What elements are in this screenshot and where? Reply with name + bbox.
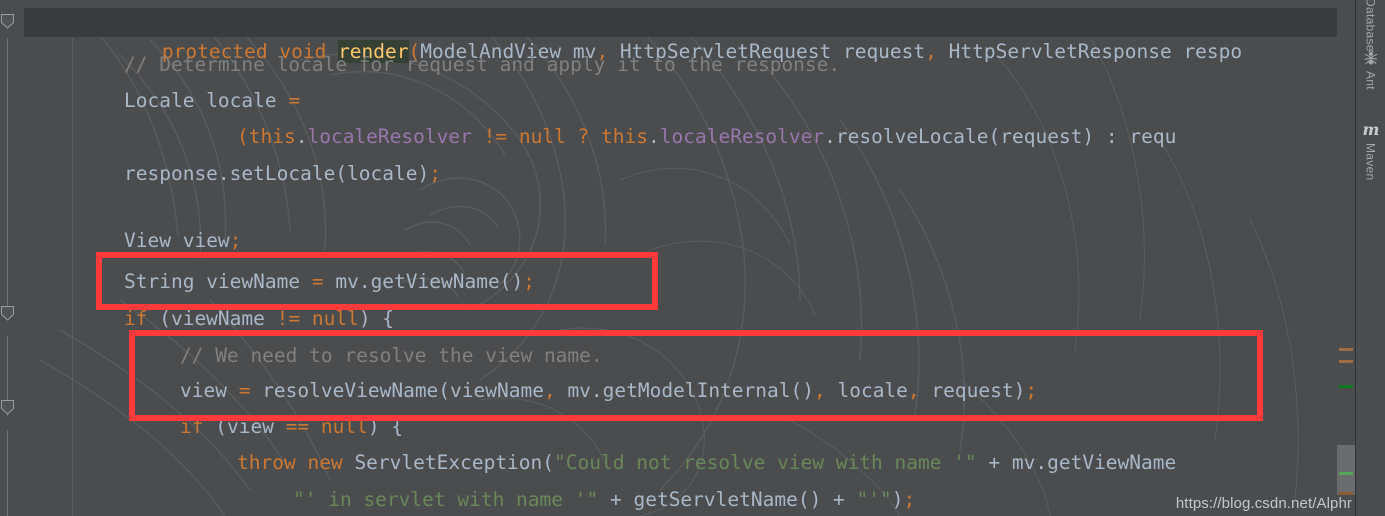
marker-change-2[interactable] bbox=[1339, 472, 1353, 475]
tool-window-bar-right[interactable]: Database Ant m Maven bbox=[1356, 0, 1385, 516]
code-line-locale-decl[interactable]: Locale locale = bbox=[124, 86, 300, 115]
code-line-locale-ternary[interactable]: (this.localeResolver != null ? this.loca… bbox=[237, 122, 1176, 151]
code-line-viewname[interactable]: String viewName = mv.getViewName(); bbox=[124, 267, 535, 296]
maven-icon: m bbox=[1362, 120, 1380, 139]
code-line-throw-cont[interactable]: "' in servlet with name '" + getServletN… bbox=[293, 485, 915, 514]
code-line-comment-locale[interactable]: // Determine locale for request and appl… bbox=[124, 50, 840, 79]
code-line-resolve-call[interactable]: view = resolveViewName(viewName, mv.getM… bbox=[180, 376, 1037, 405]
code-line-if-view-null[interactable]: if (view == null) { bbox=[180, 412, 403, 441]
tool-tab-database[interactable]: Database bbox=[1356, 0, 1385, 52]
tool-tab-maven[interactable]: m Maven bbox=[1356, 122, 1385, 181]
marker-warning-1[interactable] bbox=[1339, 348, 1353, 351]
code-editor-area[interactable]: protected void render(ModelAndView mv, H… bbox=[0, 0, 1355, 516]
ant-icon bbox=[1363, 50, 1379, 66]
marker-warning-2[interactable] bbox=[1339, 360, 1353, 363]
source-code-text[interactable]: protected void render(ModelAndView mv, H… bbox=[0, 0, 1355, 516]
ide-editor-window: protected void render(ModelAndView mv, H… bbox=[0, 0, 1385, 516]
code-line-throw[interactable]: throw new ServletException("Could not re… bbox=[237, 448, 1176, 477]
tool-tab-maven-label: Maven bbox=[1363, 143, 1378, 181]
tool-tab-ant-label: Ant bbox=[1363, 71, 1378, 90]
code-line-signature[interactable]: protected void render(ModelAndView mv, H… bbox=[68, 8, 1242, 63]
vertical-scrollbar-thumb[interactable] bbox=[1337, 445, 1355, 495]
code-line-view-decl[interactable]: View view; bbox=[124, 226, 241, 255]
code-line-comment-resolve[interactable]: // We need to resolve the view name. bbox=[180, 341, 603, 370]
site-watermark: https://blog.csdn.net/Alphr bbox=[1175, 495, 1352, 512]
tool-tab-ant[interactable]: Ant bbox=[1356, 50, 1385, 90]
code-line-if-viewname[interactable]: if (viewName != null) { bbox=[124, 304, 394, 333]
code-line-setlocale[interactable]: response.setLocale(locale); bbox=[124, 159, 441, 188]
editor-marker-scrollbar[interactable] bbox=[1337, 0, 1355, 516]
marker-change-1[interactable] bbox=[1339, 385, 1353, 388]
tool-tab-database-label: Database bbox=[1363, 0, 1378, 52]
